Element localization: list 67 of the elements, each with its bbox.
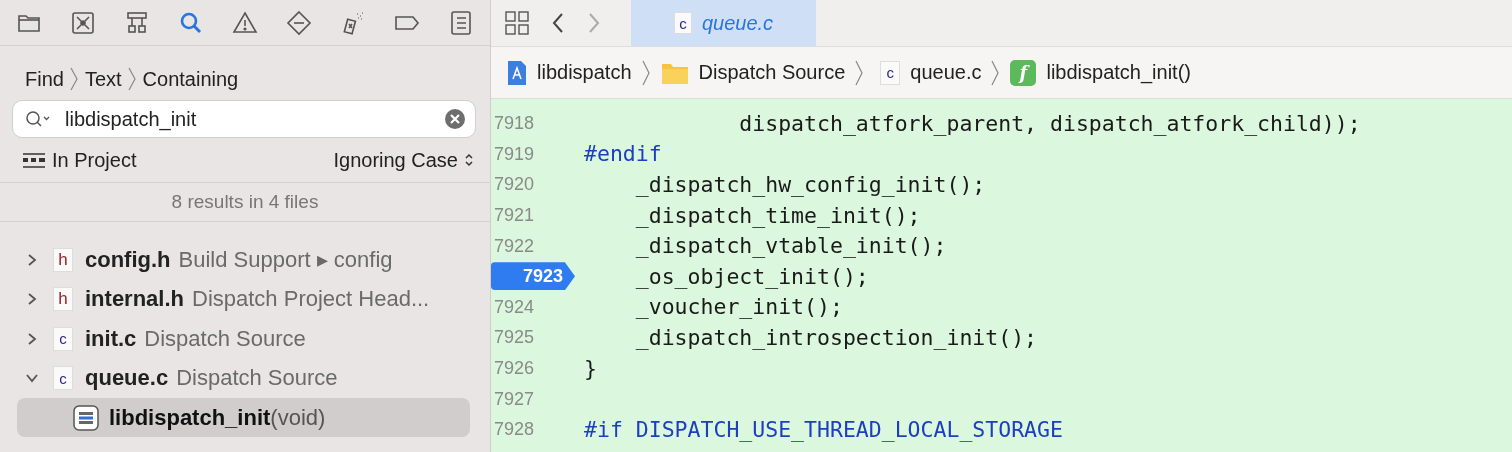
file-icon: c — [673, 12, 692, 34]
result-file-location: Dispatch Source — [144, 325, 306, 352]
chevron-icon — [127, 67, 137, 91]
line-number: 7922 — [492, 234, 535, 258]
code-line: _dispatch_time_init(); — [634, 202, 921, 228]
up-down-arrows-icon — [464, 153, 474, 167]
scope-icon — [22, 152, 46, 168]
line-number: 7925 — [492, 326, 535, 350]
result-file-location: Dispatch Source — [176, 365, 338, 392]
case-option-button[interactable]: Ignoring Case — [333, 148, 474, 172]
jump-bar-item[interactable]: libdispatch — [537, 61, 632, 84]
editor-tab[interactable]: c queue.c — [631, 0, 816, 46]
scope-button[interactable]: In Project — [22, 148, 137, 172]
jump-bar-item[interactable]: libdispatch_init() — [1046, 61, 1191, 84]
chevron-icon — [991, 59, 1001, 86]
results-summary: 8 results in 4 files — [0, 183, 490, 222]
line-number: 7920 — [492, 173, 535, 197]
source-control-icon[interactable] — [70, 9, 96, 36]
jump-bar-item[interactable]: Dispatch Source — [698, 61, 846, 84]
code-line: _dispatch_hw_config_init(); — [634, 172, 986, 197]
result-file-location: Build Support ▸ config — [178, 246, 393, 273]
back-icon[interactable] — [551, 12, 565, 34]
file-icon: h — [53, 247, 73, 272]
code-line: } — [584, 355, 597, 381]
result-file-name[interactable]: queue.c — [85, 365, 169, 392]
line-number: 7927 — [492, 387, 535, 411]
code-line: dispatch_atfork_parent, dispatch_atfork_child)); — [738, 110, 1361, 136]
line-number: 7928 — [492, 418, 535, 442]
grid-icon[interactable] — [505, 11, 529, 35]
line-number: 7921 — [492, 204, 535, 228]
result-file-name[interactable]: config.h — [85, 246, 171, 273]
warning-icon[interactable] — [232, 9, 258, 36]
line-number: 7926 — [492, 357, 535, 381]
chevron-icon — [641, 59, 651, 86]
chevron-icon — [69, 67, 79, 91]
function-symbol-icon — [73, 404, 99, 431]
test-icon[interactable] — [286, 9, 312, 36]
search-icon — [25, 110, 51, 128]
match-text: libdispatch_init(void) — [109, 404, 326, 431]
line-number: 7919 — [492, 142, 535, 166]
search-match-item[interactable]: libdispatch_init(void) — [17, 398, 470, 437]
file-icon: c — [880, 60, 901, 85]
code-line: _os_object_init(); — [634, 263, 869, 289]
function-icon: f — [1010, 59, 1037, 86]
result-file-location: Dispatch Project Head... — [192, 286, 430, 313]
file-icon: c — [53, 366, 73, 391]
hierarchy-icon[interactable] — [124, 9, 150, 36]
report-icon[interactable] — [448, 9, 474, 36]
find-mode-button[interactable]: Text — [84, 67, 122, 91]
file-icon: h — [53, 287, 73, 312]
code-line: _voucher_init(); — [634, 294, 843, 320]
line-number: 7918 — [492, 112, 535, 136]
preprocessor-directive: #endif — [584, 141, 662, 167]
line-number: 7924 — [492, 295, 535, 319]
search-field[interactable]: libdispatch_init — [12, 100, 476, 138]
clear-icon[interactable] — [445, 109, 465, 129]
find-mode-button[interactable]: Containing — [142, 67, 239, 91]
find-mode-button[interactable]: Find — [25, 67, 64, 91]
jump-bar-item[interactable]: queue.c — [910, 61, 982, 84]
file-icon: c — [53, 326, 73, 351]
code-line: _dispatch_introspection_init(); — [634, 324, 1038, 350]
preprocessor-directive: #if DISPATCH_USE_THREAD_LOCAL_STORAGE — [584, 416, 1063, 442]
code-line: _dispatch_vtable_init(); — [634, 233, 947, 259]
result-file-name[interactable]: internal.h — [85, 286, 184, 313]
chevron-icon — [855, 59, 865, 86]
result-file-name[interactable]: init.c — [85, 325, 137, 352]
project-icon — [507, 59, 527, 86]
